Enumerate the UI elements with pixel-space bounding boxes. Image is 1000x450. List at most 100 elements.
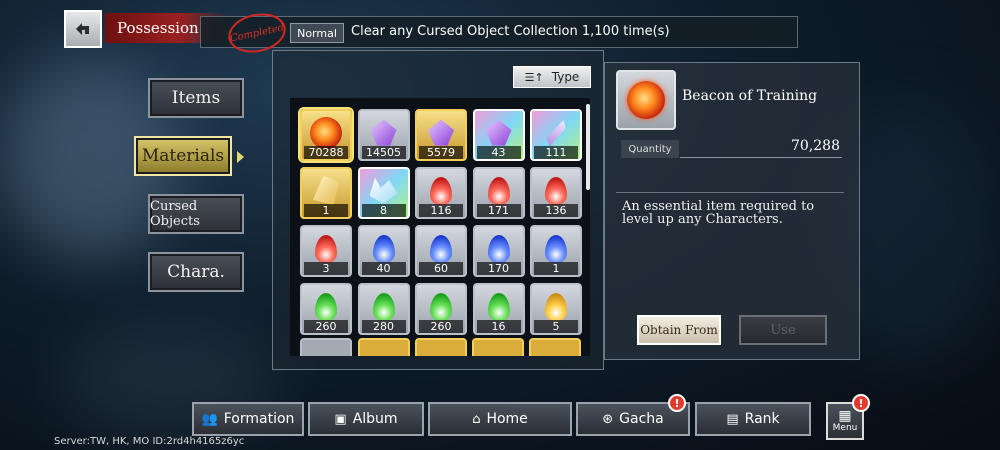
red-flame-icon <box>545 176 567 205</box>
item-count: 70288 <box>304 146 348 159</box>
blue-flame-icon <box>545 234 567 263</box>
tab-chara-label: Chara. <box>167 262 225 282</box>
mission-difficulty-badge: Normal <box>290 23 344 43</box>
item-slot[interactable]: 170 <box>472 225 525 277</box>
server-info: Server:TW, HK, MO ID:2rd4h4165z6yc <box>54 436 245 447</box>
tab-materials-label: Materials <box>141 146 225 166</box>
item-count: 43 <box>476 146 521 159</box>
menu-label: Menu <box>832 423 858 433</box>
item-slot[interactable]: 60 <box>415 225 467 277</box>
tab-materials[interactable]: Materials <box>134 136 232 176</box>
formation-icon: 👥 <box>201 411 218 427</box>
fire-orb-icon <box>310 116 342 149</box>
nav-home-button[interactable]: ⌂ Home <box>428 402 572 436</box>
purple-crystal-icon <box>485 119 512 146</box>
gold-flame-icon <box>545 292 567 321</box>
album-icon: ▣ <box>334 411 347 427</box>
item-count: 1 <box>304 204 348 217</box>
item-count: 8 <box>361 204 406 217</box>
back-button[interactable] <box>64 10 102 48</box>
item-count: 3 <box>304 262 348 275</box>
blue-flame-icon <box>430 234 452 263</box>
item-slot[interactable]: 5 <box>530 283 582 335</box>
red-flame-icon <box>315 234 337 263</box>
use-button[interactable]: Use <box>739 315 827 345</box>
item-count: 116 <box>419 204 463 217</box>
green-flame-icon <box>487 292 510 321</box>
item-count: 260 <box>419 320 463 333</box>
purple-crystal-icon <box>370 119 397 146</box>
tab-chara[interactable]: Chara. <box>148 252 244 292</box>
gacha-alert-icon: ! <box>668 394 686 412</box>
item-count: 5 <box>534 320 578 333</box>
menu-alert-icon: ! <box>852 394 870 412</box>
tab-cursed-objects[interactable]: Cursed Objects <box>148 194 244 234</box>
ice-shard-icon <box>369 177 398 204</box>
item-count: 5579 <box>419 146 463 159</box>
home-icon: ⌂ <box>472 411 481 427</box>
menu-grid-icon: ▦ <box>838 408 852 424</box>
item-slot[interactable]: 43 <box>472 109 525 161</box>
item-slot[interactable]: 5579 <box>415 109 467 161</box>
item-slot[interactable]: 260 <box>415 283 467 335</box>
tab-items-label: Items <box>171 88 221 108</box>
obtain-from-button[interactable]: Obtain From <box>637 315 721 345</box>
item-slot[interactable]: 260 <box>300 283 352 335</box>
back-arrow-icon <box>76 23 89 35</box>
item-count: 1 <box>534 262 578 275</box>
item-slot[interactable]: 16 <box>472 283 525 335</box>
nav-rank-button[interactable]: ▤ Rank <box>695 402 811 436</box>
sort-type-button[interactable]: ☰↑ Type <box>513 66 591 88</box>
item-slot[interactable]: 40 <box>357 225 410 277</box>
quantity-divider <box>680 157 842 158</box>
rank-icon: ▤ <box>726 411 739 427</box>
item-slot[interactable]: 3 <box>300 225 352 277</box>
purple-crystal-icon <box>428 119 454 146</box>
item-count: 60 <box>419 262 463 275</box>
red-flame-icon <box>487 176 510 205</box>
green-flame-icon <box>372 292 395 321</box>
mission-text: Clear any Cursed Object Collection 1,100… <box>351 24 670 39</box>
item-slot[interactable]: 280 <box>357 283 410 335</box>
item-slot[interactable]: 14505 <box>357 109 410 161</box>
gacha-icon: ⊛ <box>602 411 614 427</box>
blue-flame-icon <box>487 234 510 263</box>
item-count: 136 <box>534 204 578 217</box>
item-count: 171 <box>476 204 521 217</box>
tab-cursed-objects-label: Cursed Objects <box>150 199 200 229</box>
item-slot[interactable]: 116 <box>415 167 467 219</box>
item-count: 16 <box>476 320 521 333</box>
red-flame-icon <box>430 176 452 205</box>
item-count: 170 <box>476 262 521 275</box>
item-count: 280 <box>361 320 406 333</box>
item-count: 14505 <box>361 146 406 159</box>
active-tab-arrow-icon <box>237 151 244 163</box>
sort-icon: ☰↑ <box>524 70 544 84</box>
item-slot[interactable]: 70288 <box>300 109 352 161</box>
page-title: Possession <box>117 19 199 37</box>
nav-formation-button[interactable]: 👥 Formation <box>192 402 304 436</box>
item-slot[interactable]: 136 <box>530 167 582 219</box>
item-name: Beacon of Training <box>682 88 818 104</box>
green-flame-icon <box>315 292 337 321</box>
quantity-value: 70,288 <box>791 138 840 154</box>
item-slot[interactable]: 8 <box>357 167 410 219</box>
item-slot[interactable]: 1 <box>530 225 582 277</box>
item-slot[interactable]: 1 <box>300 167 352 219</box>
sort-type-label: Type <box>551 70 580 84</box>
description-divider <box>616 192 844 193</box>
crystal-shard-icon <box>550 118 562 148</box>
nav-album-button[interactable]: ▣ Album <box>308 402 424 436</box>
item-slot[interactable]: 171 <box>472 167 525 219</box>
blue-flame-icon <box>372 234 395 263</box>
item-count: 111 <box>534 146 578 159</box>
selected-item-icon <box>616 70 676 130</box>
partial-row <box>298 338 588 356</box>
quantity-label: Quantity <box>621 140 679 158</box>
grid-scrollbar[interactable] <box>586 104 590 190</box>
tab-items[interactable]: Items <box>148 78 244 118</box>
item-slot[interactable]: 111 <box>530 109 582 161</box>
item-description: An essential item required to level up a… <box>622 199 815 227</box>
gold-crystal-icon <box>313 175 339 206</box>
fire-orb-icon <box>627 81 665 119</box>
